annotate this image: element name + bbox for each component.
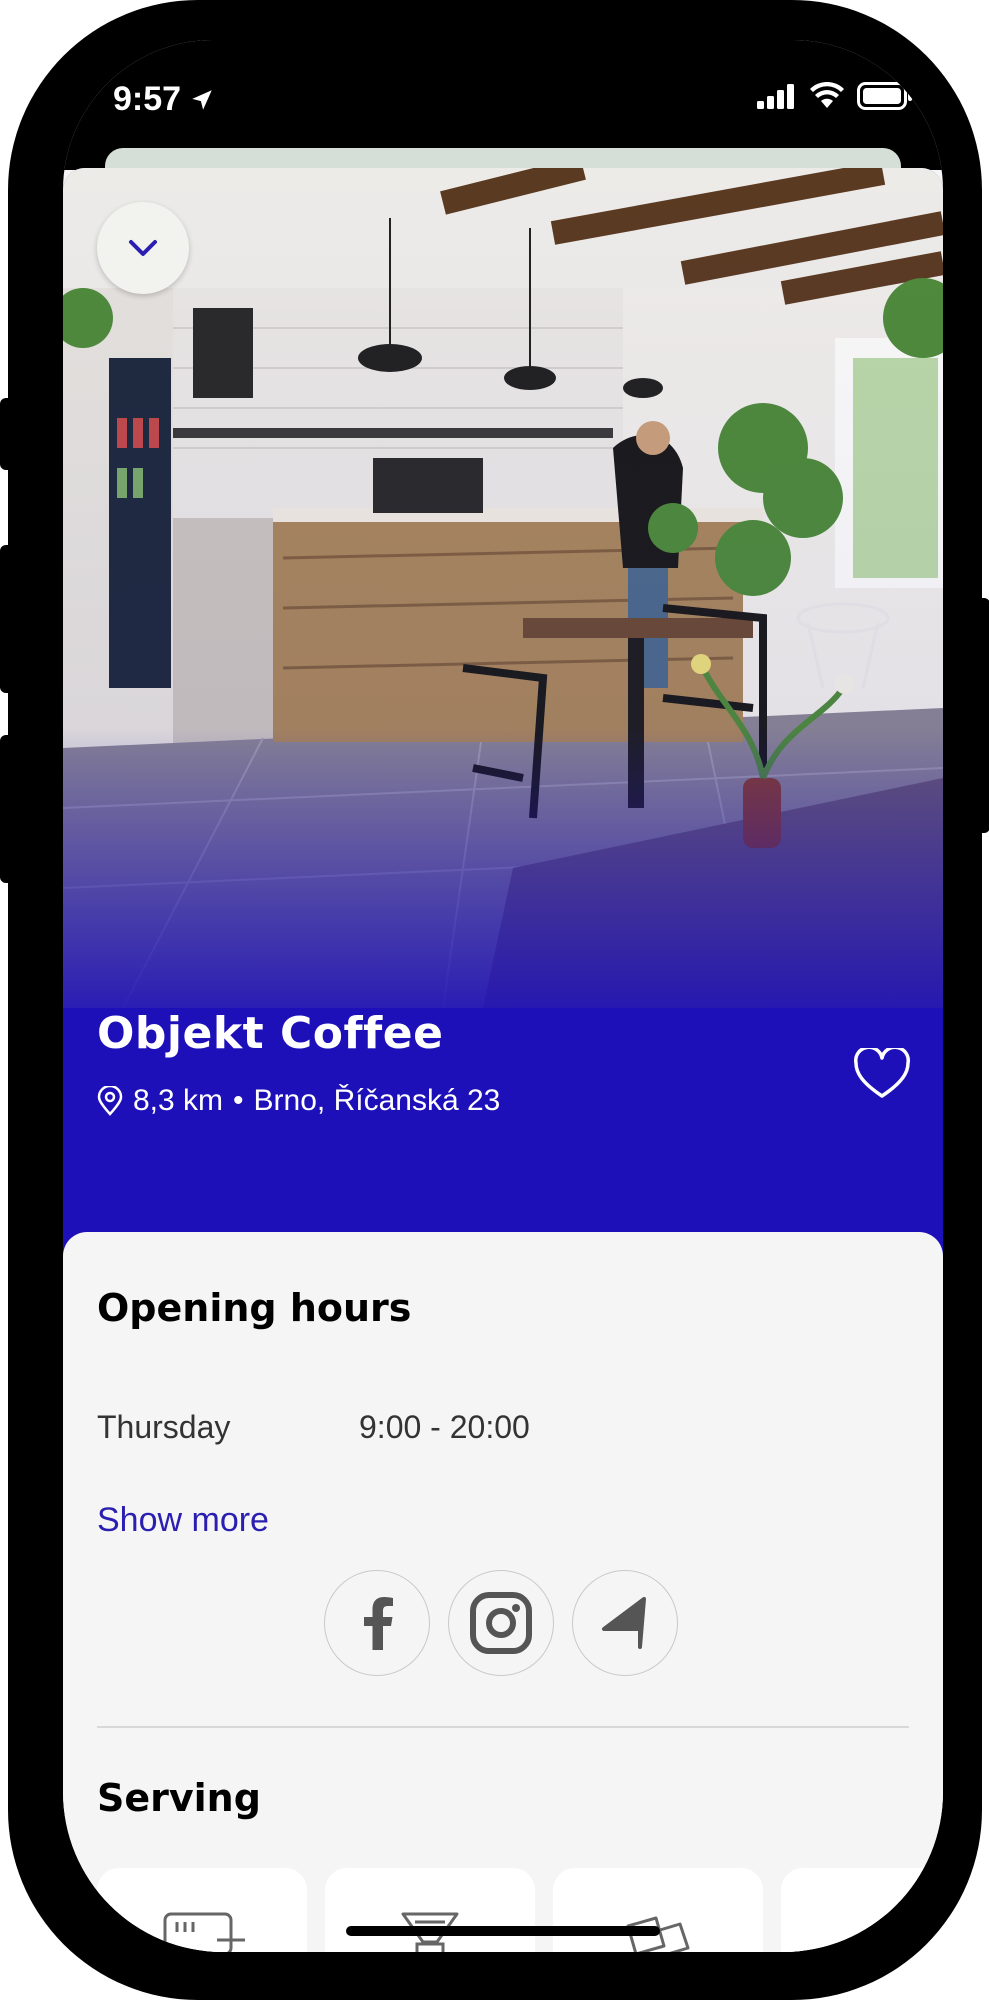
serving-list — [97, 1868, 943, 1952]
show-more-link[interactable]: Show more — [97, 1501, 269, 1540]
venue-hero: Objekt Coffee 8,3 km • Brno, Říčanská 23 — [63, 168, 943, 1278]
social-links — [324, 1570, 678, 1676]
app-screen: 9:57 Objekt Coffee 8,3 km • Brno, Říčans… — [63, 40, 943, 1952]
clock: 9:57 — [113, 80, 182, 118]
navigate-icon — [602, 1597, 646, 1649]
serving-item-cups[interactable] — [553, 1868, 763, 1952]
serving-item-espresso-machine[interactable] — [97, 1868, 307, 1952]
serving-item-pour-over[interactable] — [325, 1868, 535, 1952]
meta-separator: • — [233, 1084, 244, 1117]
power-button — [976, 598, 989, 833]
hours-day: Thursday — [97, 1409, 231, 1445]
navigate-button[interactable] — [572, 1570, 678, 1676]
section-divider — [97, 1726, 909, 1728]
location-arrow-icon — [192, 89, 212, 110]
venue-distance: 8,3 km — [133, 1084, 224, 1117]
status-icons — [757, 82, 913, 110]
home-indicator[interactable] — [346, 1926, 660, 1936]
wifi-icon — [810, 82, 844, 108]
instagram-icon — [470, 1592, 532, 1654]
serving-title: Serving — [97, 1776, 261, 1820]
phone-frame: 9:57 Objekt Coffee 8,3 km • Brno, Říčans… — [0, 0, 989, 2000]
battery-icon — [857, 82, 912, 110]
espresso-machine-icon — [163, 1912, 245, 1952]
favorite-button[interactable] — [853, 1045, 911, 1105]
venue-address: Brno, Říčanská 23 — [253, 1084, 501, 1117]
facebook-icon — [364, 1597, 393, 1650]
location-pin-icon — [97, 1086, 123, 1116]
facebook-button[interactable] — [324, 1570, 430, 1676]
grinder-icon — [874, 1914, 908, 1952]
instagram-button[interactable] — [448, 1570, 554, 1676]
volume-down-button — [0, 735, 14, 883]
serving-item-grinder[interactable] — [781, 1868, 943, 1952]
opening-hours-title: Opening hours — [97, 1286, 412, 1330]
volume-up-button — [0, 545, 14, 693]
venue-location: 8,3 km • Brno, Říčanská 23 — [97, 1084, 500, 1118]
status-time: 9:57 — [113, 80, 215, 119]
hours-time: 9:00 - 20:00 — [359, 1409, 530, 1445]
venue-name: Objekt Coffee — [97, 1008, 444, 1059]
hours-row: Thursday 9:00 - 20:00 — [97, 1409, 530, 1446]
chevron-down-icon — [129, 240, 157, 256]
cellular-signal-icon — [757, 84, 794, 109]
heart-icon — [854, 1045, 910, 1098]
silent-switch — [0, 398, 14, 470]
collapse-button[interactable] — [97, 202, 189, 294]
